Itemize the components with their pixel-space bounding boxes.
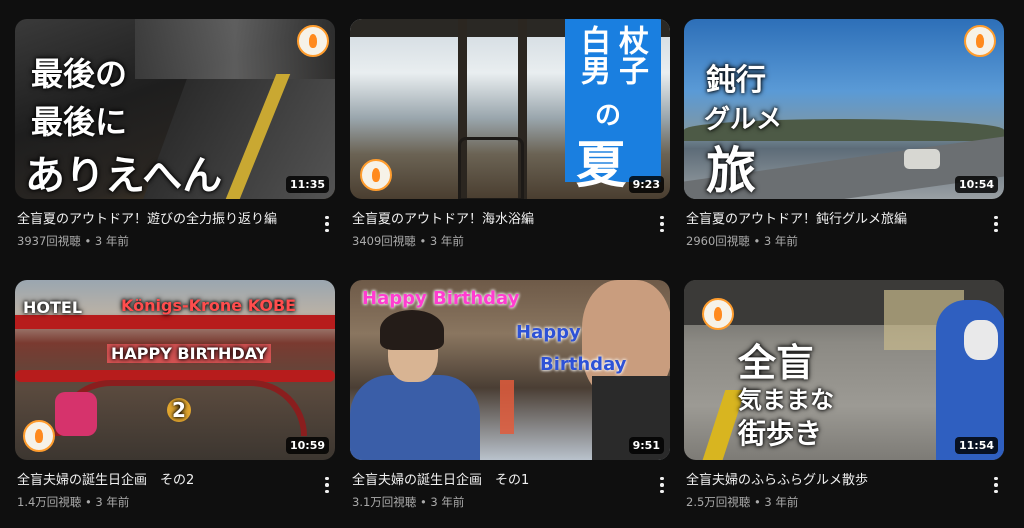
thumbnail-overlay-text: Königs-Krone KOBE bbox=[121, 296, 297, 315]
thumbnail-overlay-text: 白男 bbox=[575, 25, 610, 85]
video-thumbnail[interactable]: Happy Birthday Happy Birthday 9:51 bbox=[350, 280, 670, 460]
video-duration: 10:59 bbox=[285, 437, 329, 454]
video-meta: 3937回視聴 • 3 年前 bbox=[17, 233, 129, 249]
video-thumbnail[interactable]: 最後の 最後に ありえへん 11:35 bbox=[15, 19, 335, 199]
upload-age: 3 年前 bbox=[429, 234, 464, 248]
channel-logo-icon bbox=[23, 420, 55, 452]
thumbnail-overlay-text: 最後に bbox=[31, 103, 128, 141]
thumbnail-overlay-text: 杖子 bbox=[613, 25, 648, 85]
more-options-icon[interactable] bbox=[988, 212, 1004, 236]
video-meta: 2.5万回視聴 • 3 年前 bbox=[686, 494, 798, 510]
thumbnail-overlay-text: 最後の bbox=[31, 55, 128, 93]
video-meta: 1.4万回視聴 • 3 年前 bbox=[17, 494, 129, 510]
video-meta: 3.1万回視聴 • 3 年前 bbox=[352, 494, 464, 510]
video-title[interactable]: 全盲夏のアウトドア！遊びの全力振り返り編 bbox=[17, 211, 307, 229]
channel-logo-icon bbox=[297, 25, 329, 57]
view-count: 3409回視聴 bbox=[352, 234, 416, 248]
more-options-icon[interactable] bbox=[654, 473, 670, 497]
video-card[interactable]: 全盲 気ままな 街歩き 11:54 全盲夫婦のふらふらグルメ散歩 2.5万回視聴… bbox=[684, 280, 1004, 509]
thumbnail-overlay-text: HOTEL bbox=[23, 298, 83, 317]
video-meta: 2960回視聴 • 3 年前 bbox=[686, 233, 798, 249]
channel-logo-icon bbox=[702, 298, 734, 330]
separator: • bbox=[84, 495, 92, 509]
channel-logo-icon bbox=[360, 159, 392, 191]
thumbnail-overlay-text: 鈍行 bbox=[706, 63, 766, 98]
view-count: 2.5万回視聴 bbox=[686, 495, 751, 509]
video-title[interactable]: 全盲夫婦のふらふらグルメ散歩 bbox=[686, 472, 976, 490]
view-count: 1.4万回視聴 bbox=[17, 495, 82, 509]
video-title[interactable]: 全盲夏のアウトドア！海水浴編 bbox=[352, 211, 642, 229]
video-duration: 10:54 bbox=[954, 176, 998, 193]
video-title[interactable]: 全盲夫婦の誕生日企画 その1 bbox=[352, 472, 642, 490]
video-card[interactable]: HOTEL Königs-Krone KOBE HAPPY BIRTHDAY 2… bbox=[15, 280, 335, 509]
video-duration: 9:51 bbox=[628, 437, 664, 454]
video-title[interactable]: 全盲夏のアウトドア！鈍行グルメ旅編 bbox=[686, 211, 976, 229]
video-thumbnail[interactable]: 鈍行 グルメ 旅 10:54 bbox=[684, 19, 1004, 199]
video-duration: 11:35 bbox=[285, 176, 329, 193]
upload-age: 3 年前 bbox=[94, 234, 129, 248]
upload-age: 3 年前 bbox=[763, 234, 798, 248]
thumbnail-overlay-text: 街歩き bbox=[738, 417, 823, 450]
separator: • bbox=[419, 495, 427, 509]
more-options-icon[interactable] bbox=[654, 212, 670, 236]
thumbnail-overlay-text: 夏 bbox=[576, 136, 626, 194]
video-duration: 9:23 bbox=[628, 176, 664, 193]
thumbnail-overlay-text: HAPPY BIRTHDAY bbox=[107, 344, 272, 363]
upload-age: 3 年前 bbox=[95, 495, 130, 509]
video-thumbnail[interactable]: HOTEL Königs-Krone KOBE HAPPY BIRTHDAY 2… bbox=[15, 280, 335, 460]
thumbnail-overlay-text: Happy Birthday bbox=[362, 288, 520, 309]
more-options-icon[interactable] bbox=[319, 473, 335, 497]
view-count: 3.1万回視聴 bbox=[352, 495, 417, 509]
thumbnail-overlay-text: Happy bbox=[516, 322, 581, 343]
video-duration: 11:54 bbox=[954, 437, 998, 454]
more-options-icon[interactable] bbox=[988, 473, 1004, 497]
video-card[interactable]: 杖子 白男 の 夏 9:23 全盲夏のアウトドア！海水浴編 3409回視聴 • … bbox=[350, 19, 670, 248]
video-thumbnail[interactable]: 全盲 気ままな 街歩き 11:54 bbox=[684, 280, 1004, 460]
video-card[interactable]: 最後の 最後に ありえへん 11:35 全盲夏のアウトドア！遊びの全力振り返り編… bbox=[15, 19, 335, 248]
separator: • bbox=[84, 234, 92, 248]
thumbnail-overlay-text: 旅 bbox=[706, 142, 756, 199]
more-options-icon[interactable] bbox=[319, 212, 335, 236]
channel-logo-icon bbox=[964, 25, 996, 57]
separator: • bbox=[753, 495, 761, 509]
upload-age: 3 年前 bbox=[764, 495, 799, 509]
video-thumbnail[interactable]: 杖子 白男 の 夏 9:23 bbox=[350, 19, 670, 199]
thumbnail-overlay-text: ありえへん bbox=[25, 153, 223, 199]
separator: • bbox=[419, 234, 427, 248]
upload-age: 3 年前 bbox=[430, 495, 465, 509]
separator: • bbox=[753, 234, 761, 248]
view-count: 2960回視聴 bbox=[686, 234, 750, 248]
thumbnail-overlay-text: 2 bbox=[167, 398, 191, 422]
thumbnail-overlay-text: 全盲 bbox=[738, 341, 815, 385]
video-card[interactable]: Happy Birthday Happy Birthday 9:51 全盲夫婦の… bbox=[350, 280, 670, 509]
video-title[interactable]: 全盲夫婦の誕生日企画 その2 bbox=[17, 472, 307, 490]
video-meta: 3409回視聴 • 3 年前 bbox=[352, 233, 464, 249]
thumbnail-overlay-text: 気ままな bbox=[738, 386, 834, 414]
thumbnail-overlay-text: Birthday bbox=[540, 354, 627, 375]
video-card[interactable]: 鈍行 グルメ 旅 10:54 全盲夏のアウトドア！鈍行グルメ旅編 2960回視聴… bbox=[684, 19, 1004, 248]
view-count: 3937回視聴 bbox=[17, 234, 81, 248]
